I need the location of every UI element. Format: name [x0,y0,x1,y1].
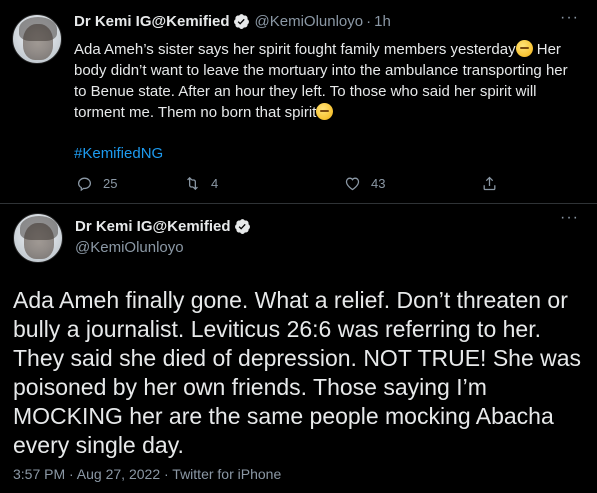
reply-button[interactable]: 25 [76,175,117,192]
tweet-text-part1: Ada Ameh’s sister says her spirit fought… [74,41,516,58]
heart-icon [345,177,360,191]
more-icon[interactable]: ··· [560,9,579,27]
earlier-tweet[interactable]: Dr Kemi IG@Kemified @KemiOlunloyo · 1h ·… [0,0,597,212]
like-count: 43 [371,176,386,191]
separator-dot: · [366,13,372,30]
tweet-actions: 25 4 43 [74,175,504,195]
main-avatar[interactable] [13,213,63,263]
tweet-text: Ada Ameh’s sister says her spirit fought… [74,39,579,123]
tweet-header: Dr Kemi IG@Kemified @KemiOlunloyo · 1h [74,13,391,30]
share-button[interactable] [481,175,508,192]
more-icon[interactable]: ··· [560,209,579,227]
share-icon [483,176,496,191]
main-tweet-header: Dr Kemi IG@Kemified @KemiOlunloyo [75,218,251,256]
tweet-divider [0,203,597,204]
author-name[interactable]: Dr Kemi IG@Kemified [74,13,230,30]
retweet-button[interactable]: 4 [184,175,218,192]
retweet-count: 4 [211,176,219,191]
like-button[interactable]: 43 [344,175,385,192]
avatar[interactable] [12,14,62,64]
tweet-timestamp[interactable]: 3:57 PM · Aug 27, 2022 · Twitter for iPh… [13,466,281,482]
main-author-handle[interactable]: @KemiOlunloyo [75,239,251,256]
reply-count: 25 [103,176,118,191]
relieved-face-emoji-icon [515,40,533,57]
reply-icon [77,177,92,192]
author-handle[interactable]: @KemiOlunloyo [255,13,364,30]
main-author-name[interactable]: Dr Kemi IG@Kemified [75,218,231,235]
hashtag-link[interactable]: #KemifiedNG [74,145,163,162]
main-tweet-text: Ada Ameh finally gone. What a relief. Do… [13,287,582,458]
retweet-icon [187,176,198,191]
tweet-time[interactable]: 1h [374,13,391,30]
confused-face-emoji-icon [316,103,334,120]
verified-badge-icon [234,219,250,234]
verified-badge-icon [233,14,249,29]
